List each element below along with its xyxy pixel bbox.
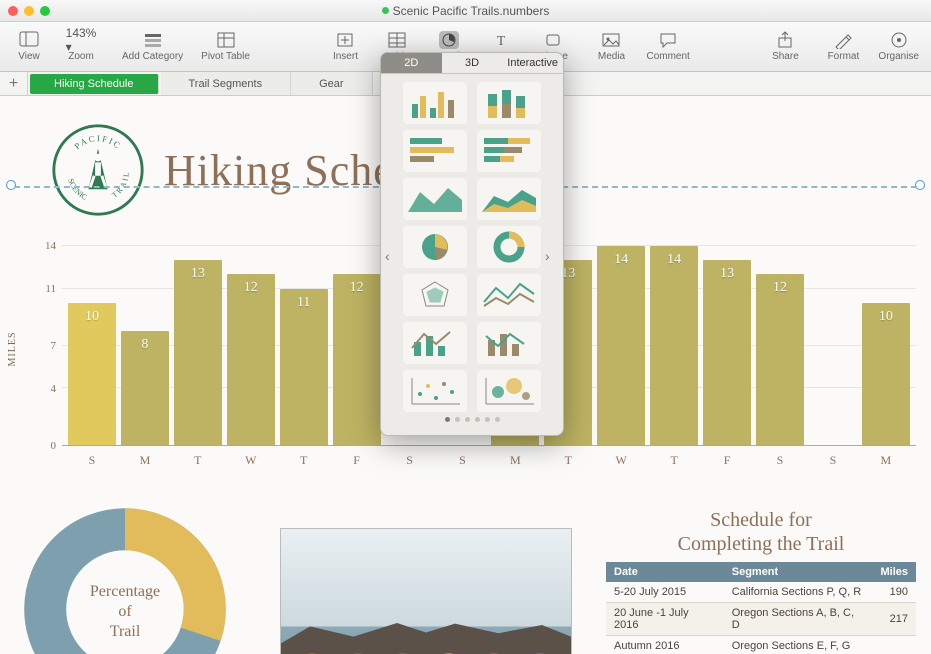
prev-style-button[interactable]: ‹ [385,248,399,262]
guide-handle-left[interactable] [6,180,16,190]
chart-bar[interactable]: 14 [597,246,645,445]
window-controls [8,6,50,16]
chart-bar[interactable]: 10 [862,303,910,445]
chart-type-stacked-bar[interactable] [477,130,541,172]
table-title: Schedule forCompleting the Trail [606,508,916,556]
guide-handle-right[interactable] [915,180,925,190]
insert-button[interactable]: Insert [328,31,362,62]
logo-badge: PACIFIC SCENIC TRAILS [50,122,146,218]
chart-type-radar[interactable] [403,274,467,316]
organise-icon [889,31,909,49]
table-icon [387,31,407,49]
tab-interactive[interactable]: Interactive [502,53,563,73]
chart-bar[interactable]: 14 [650,246,698,445]
col-miles[interactable]: Miles [872,562,916,582]
shape-icon [543,31,563,49]
format-icon [833,31,853,49]
comment-button[interactable]: Comment [646,31,689,62]
chart-type-scatter[interactable] [403,370,467,412]
schedule-table[interactable]: Date Segment Miles 5-20 July 2015Califor… [606,562,916,654]
sheet-tab-gear[interactable]: Gear [291,72,372,95]
chart-type-stacked-area[interactable] [477,178,541,220]
sheet-tab-hiking-schedule[interactable]: Hiking Schedule [30,74,159,94]
schedule-table-block: Schedule forCompleting the Trail Date Se… [606,508,916,654]
sheet-tab-trail-segments[interactable]: Trail Segments [161,72,292,95]
close-window-button[interactable] [8,6,18,16]
insert-icon [335,31,355,49]
tab-3d[interactable]: 3D [442,53,503,73]
view-button[interactable]: View [12,31,46,62]
table-row[interactable]: Autumn 2016Oregon Sections E, F, G [606,636,916,654]
col-date[interactable]: Date [606,562,724,582]
chart-bar[interactable]: 12 [756,274,804,445]
chart-type-popover: 2D 3D Interactive ‹ › [380,52,564,436]
chart-type-area[interactable] [403,178,467,220]
pivot-icon [216,31,236,49]
donut-label: Percentage of Trail [20,582,230,642]
media-icon [601,31,621,49]
comment-icon [658,31,678,49]
chart-type-bubble[interactable] [477,370,541,412]
minimize-window-button[interactable] [24,6,34,16]
add-sheet-button[interactable]: + [0,72,28,95]
titlebar: Scenic Pacific Trails.numbers [0,0,931,22]
tab-2d[interactable]: 2D [381,53,442,73]
x-axis: SMTWTFSSMTWTFSSM [62,453,916,468]
chart-type-pie[interactable] [403,226,467,268]
col-segment[interactable]: Segment [724,562,873,582]
add-category-button[interactable]: Add Category [122,31,183,62]
chart-type-two-axis[interactable] [477,322,541,364]
edited-indicator-icon [382,7,389,14]
text-icon: T [491,31,511,49]
y-axis: 0 4 7 11 14 [40,246,60,446]
fullscreen-window-button[interactable] [40,6,50,16]
chart-bar[interactable]: 10 [68,303,116,445]
chart-type-bar[interactable] [403,130,467,172]
format-button[interactable]: Format [826,31,860,62]
zoom-value: 143% ▾ [71,31,91,49]
chart-bar[interactable]: 13 [174,260,222,445]
chart-bar[interactable]: 12 [333,274,381,445]
table-row[interactable]: 20 June -1 July 2016Oregon Sections A, B… [606,603,916,636]
trail-percentage-donut[interactable]: Percentage of Trail [20,504,230,654]
share-button[interactable]: Share [768,31,802,62]
share-icon [775,31,795,49]
category-icon [143,31,163,49]
chart-type-donut[interactable] [477,226,541,268]
pivot-table-button[interactable]: Pivot Table [201,31,250,62]
chart-bar[interactable]: 13 [703,260,751,445]
chart-popover-tabs: 2D 3D Interactive [381,53,563,74]
y-axis-label: MILES [7,332,18,367]
media-button[interactable]: Media [594,31,628,62]
chart-bar[interactable]: 12 [227,274,275,445]
chart-type-grid [403,82,541,412]
chart-bar[interactable]: 8 [121,331,169,445]
chart-bar[interactable]: 11 [280,289,328,445]
chart-type-stacked-column[interactable] [477,82,541,124]
zoom-button[interactable]: 143% ▾ Zoom [64,31,98,62]
graph-icon [439,31,459,49]
next-style-button[interactable]: › [545,248,559,262]
chart-type-mixed[interactable] [403,322,467,364]
chart-type-column[interactable] [403,82,467,124]
table-row[interactable]: 5-20 July 2015California Sections P, Q, … [606,582,916,603]
document-title: Scenic Pacific Trails.numbers [0,4,931,18]
chart-type-line[interactable] [477,274,541,316]
view-icon [19,31,39,49]
style-page-dots[interactable] [385,412,559,429]
coast-photo[interactable] [280,528,572,654]
organise-button[interactable]: Organise [878,31,919,62]
svg-text:T: T [497,34,506,49]
